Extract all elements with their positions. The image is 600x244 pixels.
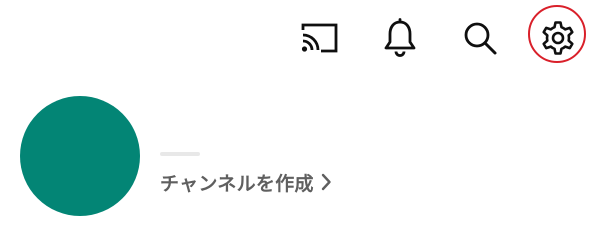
gear-icon — [542, 21, 574, 55]
avatar[interactable] — [20, 96, 140, 216]
create-channel-label: チャンネルを作成 — [160, 172, 314, 195]
top-bar — [0, 0, 600, 76]
profile-section: チャンネルを作成 — [0, 90, 600, 230]
create-channel-link[interactable]: チャンネルを作成 — [160, 167, 332, 197]
search-icon — [464, 22, 497, 55]
cast-button[interactable] — [294, 12, 346, 64]
notifications-button[interactable] — [374, 12, 426, 64]
search-button[interactable] — [454, 12, 506, 64]
chevron-right-icon — [320, 173, 332, 191]
settings-button[interactable] — [532, 12, 584, 64]
bell-icon — [384, 18, 416, 57]
channel-name-placeholder — [160, 152, 200, 156]
cast-icon — [301, 23, 338, 53]
